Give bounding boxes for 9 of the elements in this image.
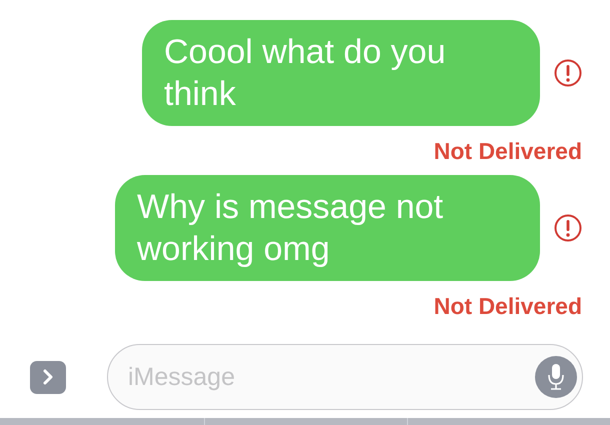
expand-button[interactable] [30,360,66,394]
delivery-status: Not Delivered [434,292,582,320]
message-bubble: Why is message not working omg [115,174,540,280]
message-bubble: Coool what do you think [142,20,540,126]
error-icon[interactable] [554,59,582,87]
error-icon[interactable] [554,214,582,242]
microphone-icon [547,363,565,391]
chevron-right-icon [42,369,54,385]
delivery-status: Not Delivered [434,137,582,166]
